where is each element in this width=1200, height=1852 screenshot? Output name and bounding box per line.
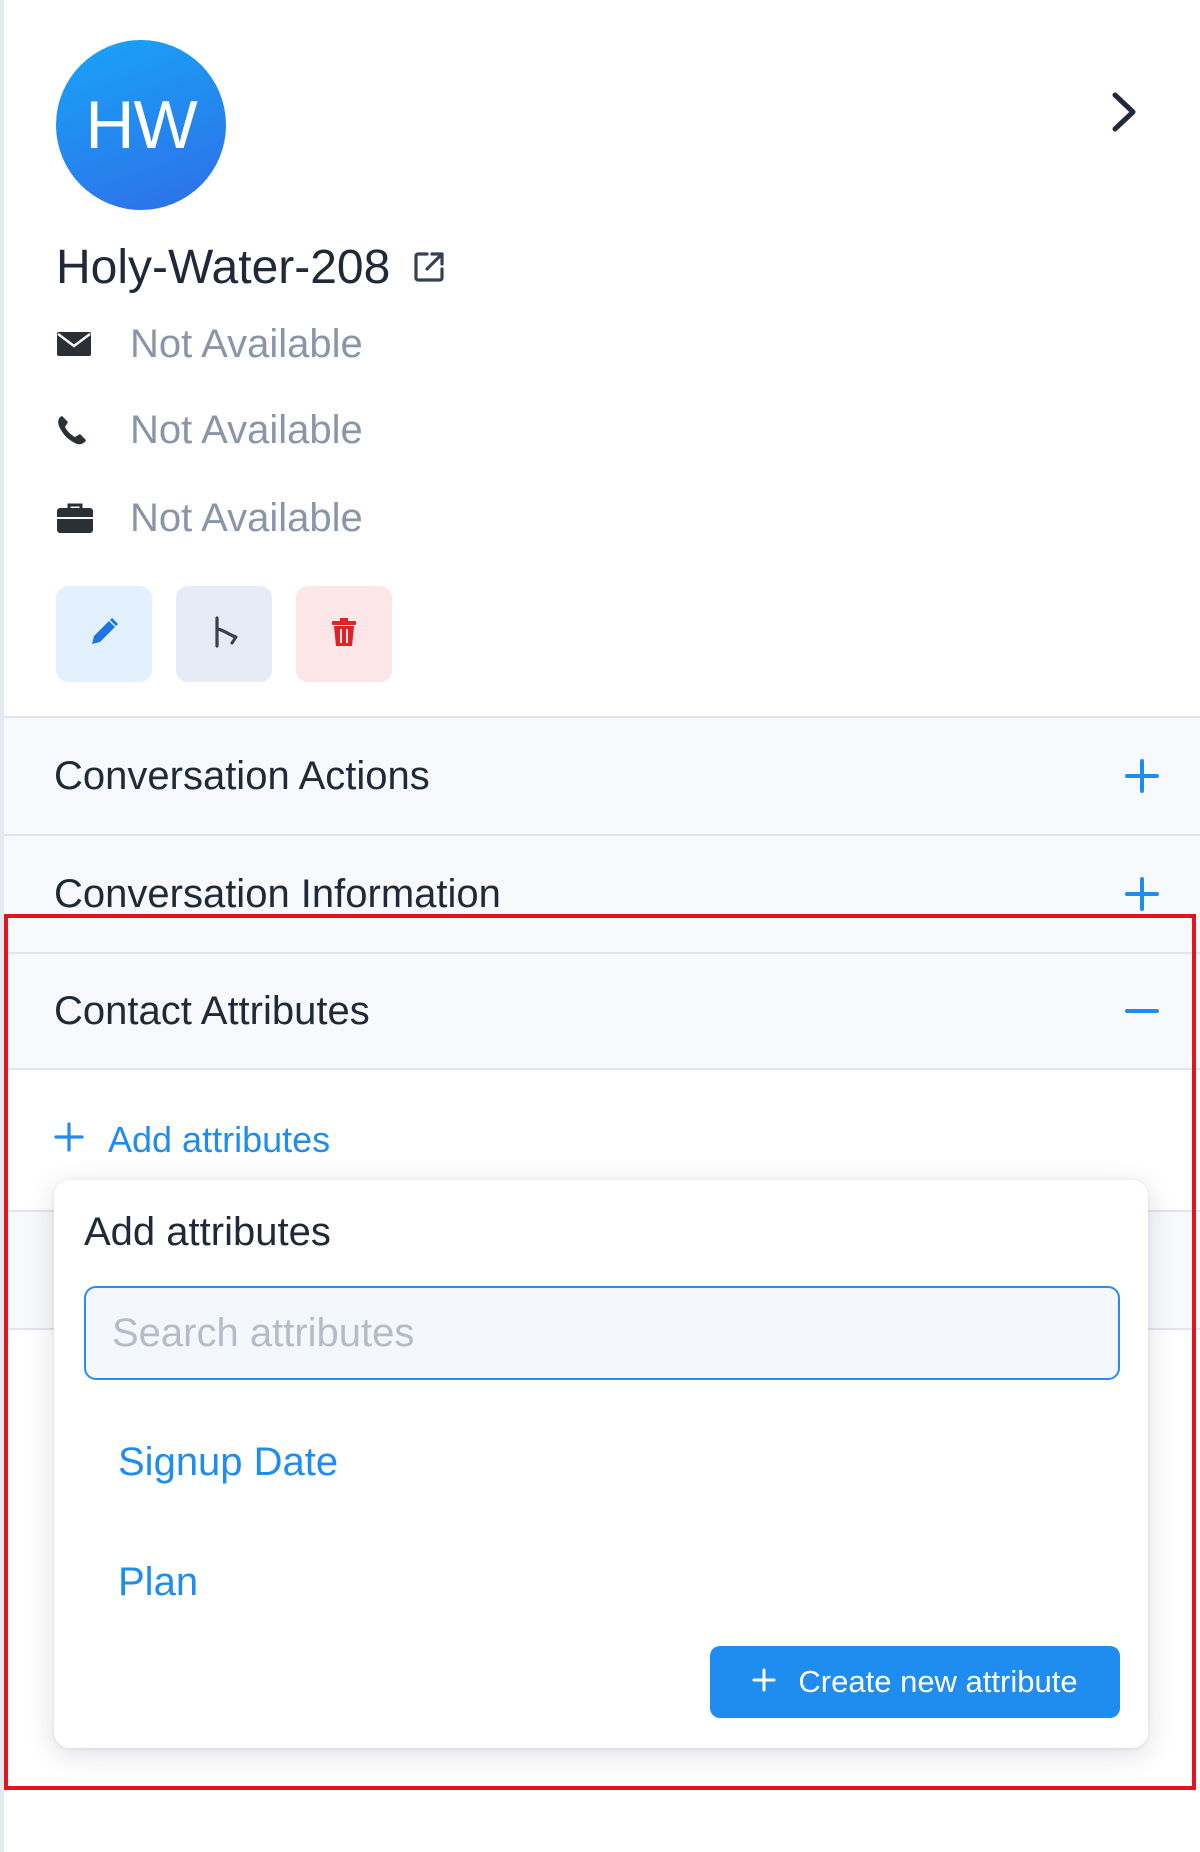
conversation-information-title: Conversation Information [54, 871, 501, 916]
attribute-option-plan[interactable]: Plan [118, 1560, 198, 1605]
contact-attributes-title: Contact Attributes [54, 988, 370, 1033]
phone-icon [56, 414, 130, 446]
chevron-right-icon[interactable] [1104, 90, 1144, 134]
delete-contact-button[interactable] [296, 586, 392, 682]
merge-icon [207, 615, 241, 654]
plus-icon [752, 1664, 776, 1700]
contact-email-row: Not Available [56, 314, 363, 374]
add-attributes-label: Add attributes [108, 1119, 331, 1160]
conversation-information-accordion[interactable]: Conversation Information [4, 834, 1200, 952]
contact-name: Holy-Water-208 [56, 240, 391, 294]
popover-title: Add attributes [84, 1210, 331, 1254]
create-new-attribute-label: Create new attribute [798, 1664, 1078, 1699]
merge-contact-button[interactable] [176, 586, 272, 682]
envelope-icon [56, 331, 130, 357]
conversation-actions-title: Conversation Actions [54, 753, 430, 798]
edit-contact-button[interactable] [56, 586, 152, 682]
contact-attributes-accordion[interactable]: Contact Attributes [4, 952, 1200, 1068]
contact-name-row: Holy-Water-208 [56, 232, 446, 302]
trash-icon [330, 617, 358, 652]
contact-company-row: Not Available [56, 488, 363, 548]
pencil-icon [88, 616, 120, 653]
contact-phone: Not Available [130, 407, 363, 452]
briefcase-icon [56, 502, 130, 534]
external-link-icon[interactable] [412, 250, 446, 284]
contact-actions [56, 586, 392, 682]
create-new-attribute-button[interactable]: Create new attribute [710, 1646, 1120, 1718]
plus-icon[interactable] [1120, 836, 1164, 952]
add-attributes-link[interactable]: Add attributes [54, 1112, 330, 1168]
avatar-initials: HW [85, 87, 197, 163]
plus-icon [54, 1119, 84, 1161]
conversation-actions-accordion[interactable]: Conversation Actions [4, 716, 1200, 834]
contact-email: Not Available [130, 321, 363, 366]
avatar: HW [56, 40, 226, 210]
contact-phone-row: Not Available [56, 400, 363, 460]
add-attributes-popover: Add attributes Signup Date Plan Create n… [54, 1180, 1148, 1748]
minus-icon[interactable] [1120, 954, 1164, 1068]
search-attributes-input[interactable] [84, 1286, 1120, 1380]
plus-icon[interactable] [1120, 718, 1164, 834]
attribute-option-signup-date[interactable]: Signup Date [118, 1440, 338, 1485]
contact-company: Not Available [130, 495, 363, 540]
